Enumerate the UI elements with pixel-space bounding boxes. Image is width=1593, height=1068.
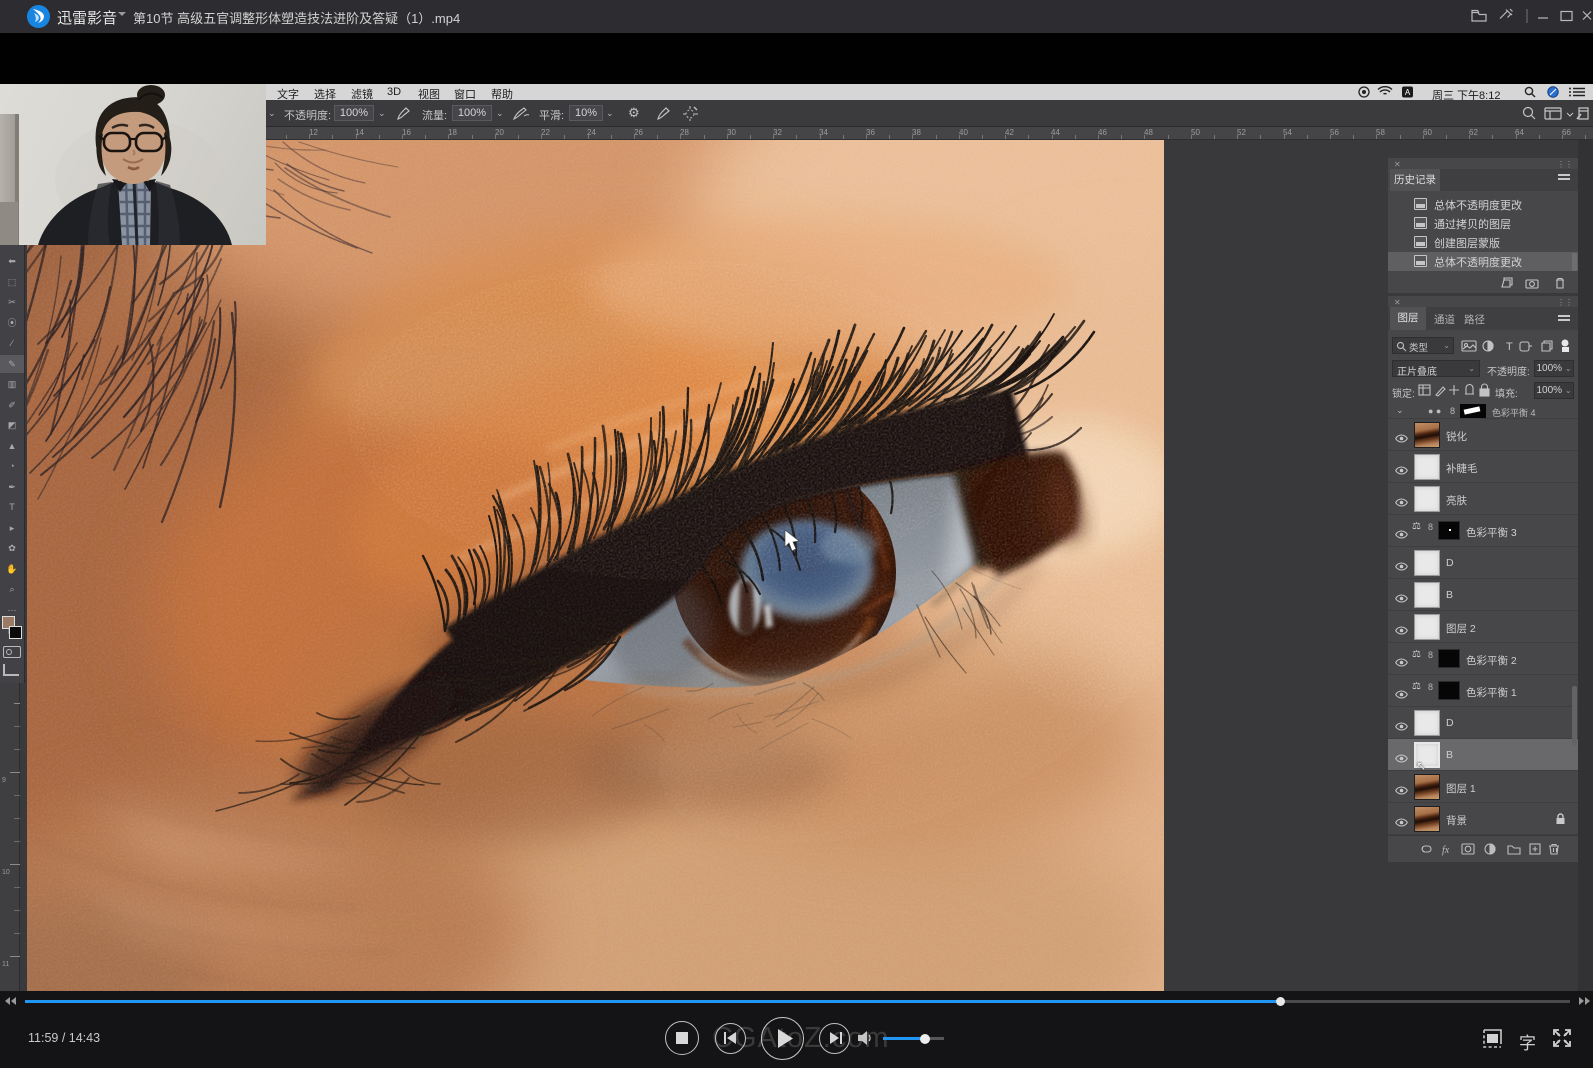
svg-text:fx: fx	[1442, 845, 1450, 856]
svg-text:T: T	[1506, 341, 1513, 353]
svg-text:A: A	[1405, 88, 1411, 97]
